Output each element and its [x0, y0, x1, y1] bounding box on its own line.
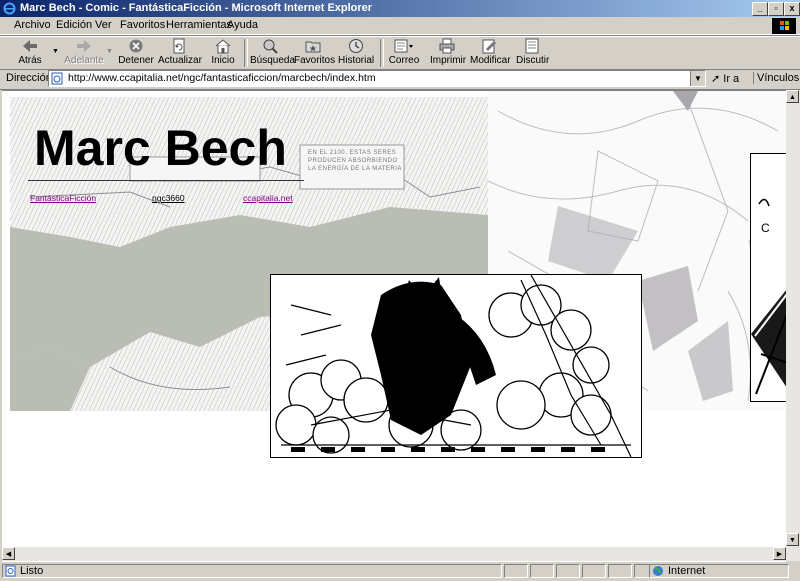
search-icon — [263, 39, 278, 54]
standard-toolbar: Atrás ▼ Adelante ▼ Detener Actualizar In… — [0, 35, 800, 70]
horizontal-scrollbar[interactable]: ◀ ▶ — [2, 547, 786, 561]
toolbar-separator — [380, 39, 384, 67]
status-cell-empty — [608, 564, 632, 578]
favorites-folder-icon — [305, 41, 321, 53]
forward-button[interactable]: Adelante — [62, 38, 106, 68]
address-bar: Dirección http://www.ccapitalia.net/ngc/… — [0, 68, 800, 90]
status-bar: Listo Internet — [0, 562, 800, 581]
history-button[interactable]: Historial — [338, 38, 374, 68]
links-button[interactable]: Vínculos — [753, 72, 799, 84]
go-button[interactable]: ➚ Ir a — [711, 72, 739, 85]
status-cell-empty — [556, 564, 580, 578]
menu-edicion[interactable]: Edición — [56, 19, 92, 31]
comic-panel — [270, 274, 642, 458]
windows-logo-icon — [772, 18, 796, 34]
internet-globe-icon — [653, 566, 663, 576]
menu-archivo[interactable]: Archivo — [14, 19, 51, 31]
printer-icon — [439, 38, 455, 54]
close-button[interactable]: x — [784, 2, 800, 16]
page-title: Marc Bech — [34, 120, 287, 176]
status-zone: Internet — [649, 564, 789, 578]
toolbar-separator — [244, 39, 248, 67]
zone-text: Internet — [668, 565, 706, 577]
status-cell-empty — [504, 564, 528, 578]
menu-ver[interactable]: Ver — [95, 19, 112, 31]
go-arrow-icon: ➚ — [711, 73, 721, 85]
link-fantasticaficcion[interactable]: FantásticaFicción — [30, 193, 96, 203]
side-comic-panel: C — [750, 153, 786, 402]
edit-page-icon — [482, 39, 496, 54]
print-button[interactable]: Imprimir — [430, 38, 466, 68]
home-icon — [215, 39, 231, 54]
scroll-down-icon[interactable]: ▼ — [786, 533, 799, 546]
ie-logo-icon — [3, 2, 16, 15]
link-ngc3660[interactable]: ngc3660 — [152, 193, 185, 203]
scroll-up-icon[interactable]: ▲ — [786, 90, 799, 103]
search-button[interactable]: Búsqueda — [250, 38, 295, 68]
mail-icon — [394, 39, 413, 53]
status-cell-empty — [582, 564, 606, 578]
refresh-button[interactable]: Actualizar — [158, 38, 202, 68]
status-text: Listo — [20, 565, 44, 577]
menu-herramientas[interactable]: Herramientas — [166, 19, 232, 31]
refresh-icon — [173, 38, 185, 54]
link-ccapitalia[interactable]: ccapitalia.net — [243, 193, 293, 203]
forward-arrow-icon — [77, 40, 91, 52]
svg-text:C: C — [761, 221, 770, 235]
back-arrow-icon — [23, 40, 37, 52]
stop-icon — [129, 39, 143, 53]
title-bar: Marc Bech - Comic - FantásticaFicción - … — [0, 0, 800, 17]
menu-bar: Archivo Edición Ver Favoritos Herramient… — [0, 17, 800, 35]
page-viewport: EN EL 2100, ESTAS SERES PRODUCEN ABSORBI… — [2, 90, 786, 562]
back-dropdown-icon[interactable]: ▼ — [52, 48, 59, 55]
maximize-button[interactable]: ▫ — [768, 2, 784, 16]
window-title: Marc Bech - Comic - FantásticaFicción - … — [20, 2, 373, 14]
favorites-button[interactable]: Favoritos — [294, 38, 335, 68]
address-label: Dirección — [6, 72, 52, 84]
scroll-left-icon[interactable]: ◀ — [2, 547, 15, 560]
mail-button[interactable]: Correo — [388, 38, 420, 68]
menu-ayuda[interactable]: Ayuda — [227, 19, 258, 31]
forward-dropdown-icon[interactable]: ▼ — [106, 48, 113, 55]
stop-button[interactable]: Detener — [118, 38, 154, 68]
discuss-button[interactable]: Discutir — [516, 38, 549, 68]
minimize-button[interactable]: _ — [752, 2, 768, 16]
status-main: Listo — [2, 564, 502, 578]
page-icon — [51, 72, 63, 85]
status-cell-empty — [530, 564, 554, 578]
back-button[interactable]: Atrás — [12, 38, 48, 68]
page-status-icon — [5, 565, 16, 577]
address-input[interactable]: http://www.ccapitalia.net/ngc/fantastica… — [48, 70, 706, 87]
vertical-scrollbar[interactable]: ▲ ▼ — [786, 90, 800, 561]
address-url: http://www.ccapitalia.net/ngc/fantastica… — [68, 72, 376, 84]
speech-text: EN EL 2100, ESTAS SERES PRODUCEN ABSORBI… — [308, 150, 402, 172]
edit-button[interactable]: Modificar — [470, 38, 511, 68]
discuss-icon — [525, 38, 539, 54]
scroll-right-icon[interactable]: ▶ — [773, 547, 786, 560]
home-button[interactable]: Inicio — [208, 38, 238, 68]
menu-favoritos[interactable]: Favoritos — [120, 19, 165, 31]
history-icon — [349, 39, 363, 53]
title-underline — [28, 180, 304, 181]
address-dropdown-icon[interactable]: ▼ — [690, 71, 705, 86]
